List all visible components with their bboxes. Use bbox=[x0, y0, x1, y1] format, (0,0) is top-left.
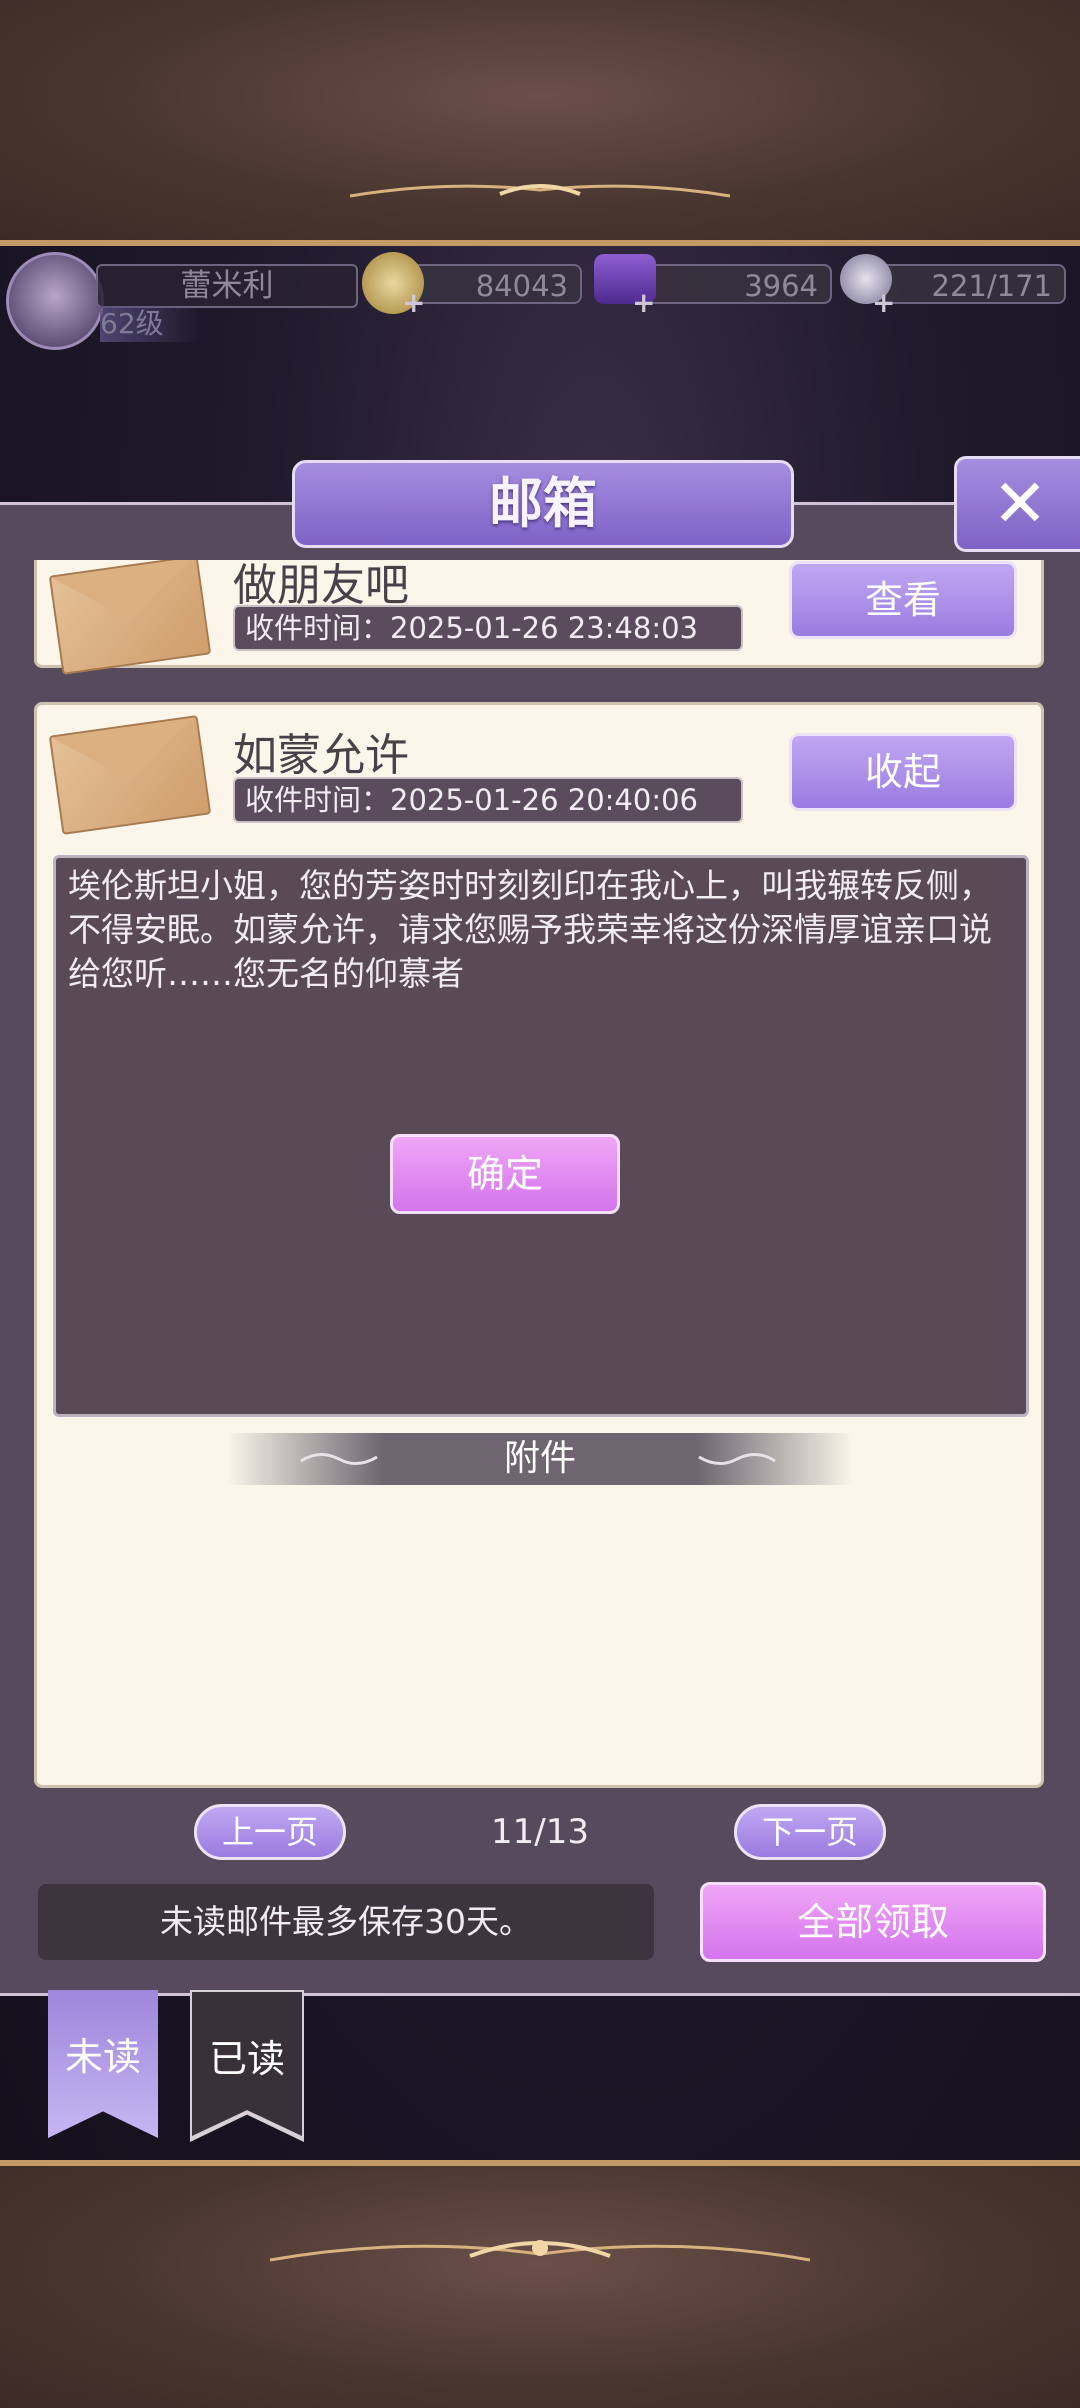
top-hud: 蕾米利 62级 84043 + 3964 + 221/171 + bbox=[0, 246, 1080, 356]
close-button[interactable]: ✕ bbox=[954, 456, 1080, 552]
stamina-counter: 221/171 bbox=[870, 264, 1066, 304]
player-name: 蕾米利 bbox=[96, 264, 358, 308]
attachments-label: 附件 bbox=[503, 1438, 576, 1479]
retention-notice: 未读邮件最多保存30天。 bbox=[38, 1884, 654, 1960]
mail-item[interactable]: 做朋友吧 收件时间：2025-01-26 23:48:03 查看 bbox=[34, 560, 1044, 675]
close-icon: ✕ bbox=[992, 465, 1048, 542]
top-frame bbox=[0, 0, 1080, 246]
mail-title: 如蒙允许 bbox=[233, 730, 409, 781]
confirm-button[interactable]: 确定 bbox=[390, 1134, 620, 1214]
stamina-value: 221/171 bbox=[931, 269, 1052, 303]
collapse-button[interactable]: 收起 bbox=[789, 733, 1017, 811]
player-level: 62级 bbox=[100, 306, 200, 342]
envelope-icon bbox=[48, 560, 212, 675]
page-indicator: 11/13 bbox=[491, 1812, 589, 1852]
swirl-ornament-icon bbox=[300, 1453, 378, 1465]
claim-all-button[interactable]: 全部领取 bbox=[700, 1882, 1046, 1962]
prev-page-button[interactable]: 上一页 bbox=[194, 1804, 346, 1860]
envelope-icon bbox=[48, 715, 212, 835]
add-gem-icon[interactable]: + bbox=[632, 286, 655, 319]
tab-label: 未读 bbox=[64, 2035, 141, 2079]
next-page-button[interactable]: 下一页 bbox=[734, 1804, 886, 1860]
avatar[interactable] bbox=[6, 252, 104, 350]
add-stamina-icon[interactable]: + bbox=[872, 286, 895, 319]
swirl-ornament-icon bbox=[698, 1453, 776, 1465]
mail-received-time: 收件时间：2025-01-26 20:40:06 bbox=[233, 777, 743, 823]
tab-label: 已读 bbox=[208, 2037, 285, 2081]
mail-item[interactable]: 如蒙允许 收件时间：2025-01-26 20:40:06 收起 埃伦斯坦小姐，… bbox=[34, 702, 1044, 1788]
ornament-icon bbox=[270, 2240, 810, 2262]
ornament-icon bbox=[350, 184, 730, 198]
bottom-frame bbox=[0, 2160, 1080, 2408]
attachments-header: 附件 bbox=[227, 1433, 853, 1485]
mailbox-title: 邮箱 bbox=[292, 460, 794, 548]
gem-value: 3964 bbox=[744, 269, 818, 303]
gold-value: 84043 bbox=[475, 269, 568, 303]
add-gold-icon[interactable]: + bbox=[402, 286, 425, 319]
view-button[interactable]: 查看 bbox=[789, 561, 1017, 639]
mail-received-time: 收件时间：2025-01-26 23:48:03 bbox=[233, 605, 743, 651]
